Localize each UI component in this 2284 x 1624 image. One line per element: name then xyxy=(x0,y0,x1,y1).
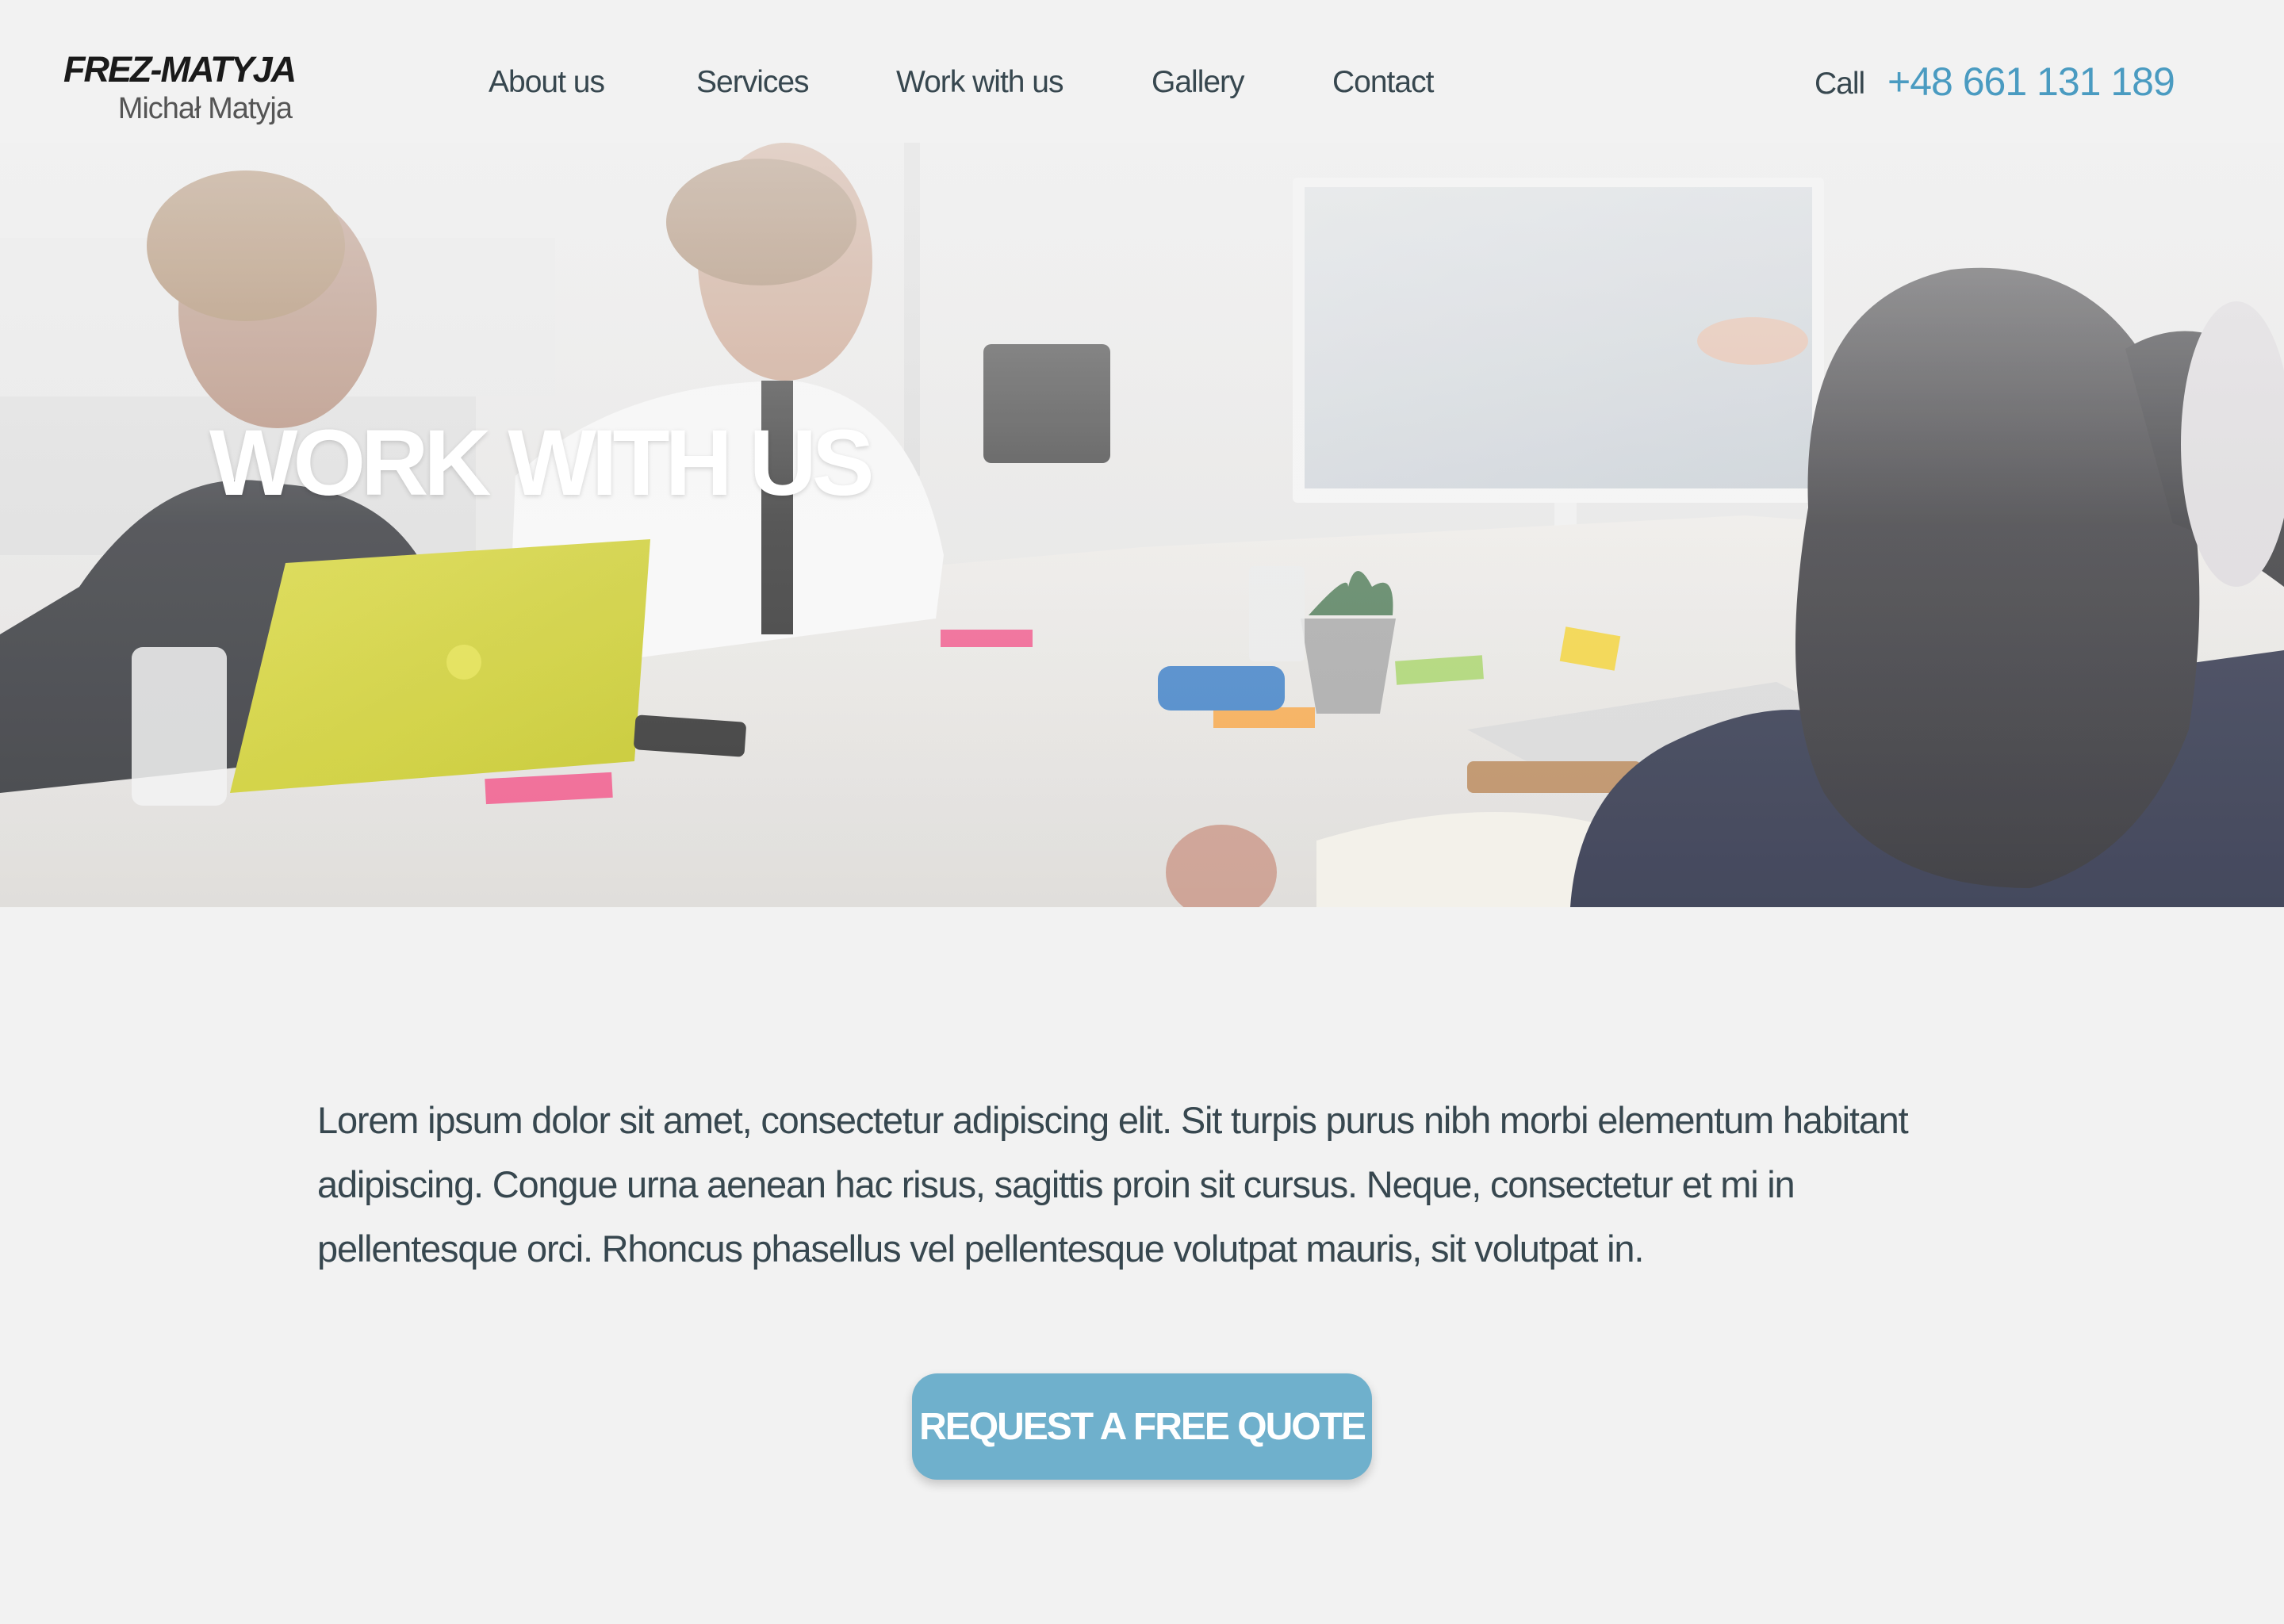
logo[interactable]: FREZ-MATYJA Michał Matyja xyxy=(63,49,301,132)
nav-gallery[interactable]: Gallery xyxy=(1152,65,1245,100)
hero-banner: WORK WITH US xyxy=(0,143,2284,907)
site-header: FREZ-MATYJA Michał Matyja About us Servi… xyxy=(0,0,2284,143)
request-quote-button[interactable]: REQUEST A FREE QUOTE xyxy=(912,1373,1372,1480)
logo-title: FREZ-MATYJA xyxy=(63,49,297,90)
phone-link[interactable]: +48 661 131 189 xyxy=(1887,59,2175,105)
nav-contact[interactable]: Contact xyxy=(1332,65,1434,100)
logo-subtitle: Michał Matyja xyxy=(117,92,293,125)
intro-paragraph: Lorem ipsum dolor sit amet, consectetur … xyxy=(317,1099,1909,1270)
call-label: Call xyxy=(1815,67,1865,101)
nav-services[interactable]: Services xyxy=(696,65,810,100)
nav-about-us[interactable]: About us xyxy=(489,65,605,100)
hero-title: WORK WITH US xyxy=(209,411,875,515)
nav-work-with-us[interactable]: Work with us xyxy=(896,65,1063,100)
hero-image xyxy=(0,143,2284,907)
